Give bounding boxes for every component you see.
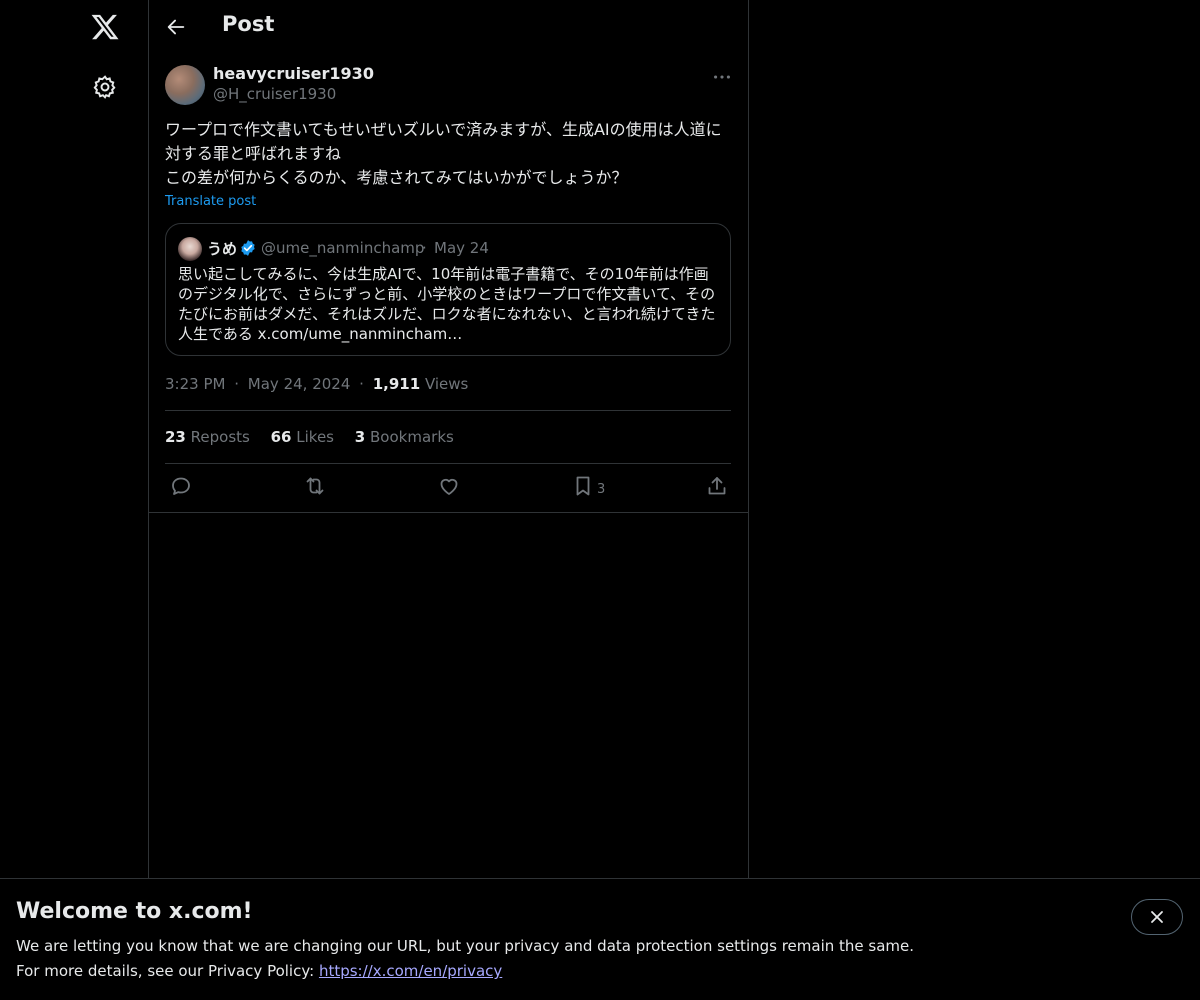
post-time[interactable]: 3:23 PM [165, 375, 225, 393]
share-icon[interactable] [705, 474, 729, 498]
reposts-label: Reposts [190, 428, 250, 446]
views-count: 1,911 [372, 375, 421, 393]
main-column: Post heavycruiser1930 @H_cruiser1930 ワープ… [149, 0, 749, 878]
quote-author-name: うめ [207, 240, 238, 258]
quoted-post[interactable]: うめ @ume_nanminchamp · May 24 思い起こしてみるに、今… [165, 223, 731, 356]
likes-count: 66 [270, 428, 292, 446]
post-meta: 3:23 PM · May 24, 2024 · 1,911 Views [165, 375, 468, 393]
privacy-policy-link[interactable]: https://x.com/en/privacy [319, 962, 502, 980]
quote-date: May 24 [434, 239, 489, 257]
banner-privacy-prefix: For more details, see our Privacy Policy… [16, 962, 319, 980]
bookmarks-count: 3 [354, 428, 366, 446]
page-header: Post [149, 0, 748, 54]
close-icon [1151, 911, 1163, 923]
arrow-left-icon[interactable] [165, 16, 187, 38]
left-nav [0, 0, 149, 1000]
divider [165, 410, 731, 411]
quote-author-handle: @ume_nanminchamp [261, 239, 425, 257]
post-detail: heavycruiser1930 @H_cruiser1930 ワープロで作文書… [149, 54, 748, 513]
banner-title: Welcome to x.com! [16, 899, 253, 924]
reply-icon[interactable] [169, 474, 193, 498]
quote-text: 思い起こしてみるに、今は生成AIで、10年前は電子書籍で、その10年前は作画のデ… [178, 265, 716, 343]
gear-icon[interactable] [92, 74, 118, 100]
author-name[interactable]: heavycruiser1930 [213, 64, 374, 83]
meta-separator: · [359, 375, 364, 393]
translate-post-link[interactable]: Translate post [165, 194, 256, 209]
reposts-stat[interactable]: 23 Reposts [165, 428, 250, 446]
bookmark-action-count: 3 [597, 482, 606, 497]
post-text: ワープロで作文書いてもせいぜいズルいで済みますが、生成AIの使用は人道に対する罪… [165, 120, 722, 187]
reposts-count: 23 [165, 428, 186, 446]
likes-stat[interactable]: 66 Likes [271, 428, 334, 446]
views-label: Views [424, 375, 469, 393]
x-logo-icon[interactable] [90, 12, 120, 42]
bookmark-icon[interactable] [571, 474, 595, 498]
welcome-banner: Welcome to x.com! We are letting you kno… [0, 878, 1200, 1000]
post-date[interactable]: May 24, 2024 [248, 375, 351, 393]
post-stats: 23 Reposts 66 Likes 3 Bookmarks [165, 428, 470, 446]
page-title: Post [222, 12, 275, 36]
banner-message: We are letting you know that we are chan… [16, 937, 915, 955]
avatar[interactable] [165, 65, 205, 105]
quote-avatar [178, 237, 202, 261]
meta-separator: · [234, 375, 240, 393]
author-handle[interactable]: @H_cruiser1930 [213, 85, 336, 103]
bookmarks-stat[interactable]: 3 Bookmarks [355, 428, 454, 446]
more-icon[interactable] [711, 66, 733, 88]
bookmarks-label: Bookmarks [370, 428, 454, 446]
repost-icon[interactable] [303, 474, 327, 498]
divider [165, 463, 731, 464]
close-button[interactable] [1131, 899, 1183, 935]
verified-badge-icon [239, 239, 257, 257]
like-icon[interactable] [437, 474, 461, 498]
likes-label: Likes [296, 428, 335, 446]
banner-privacy-line: For more details, see our Privacy Policy… [16, 962, 502, 980]
quote-separator: · [422, 239, 427, 257]
